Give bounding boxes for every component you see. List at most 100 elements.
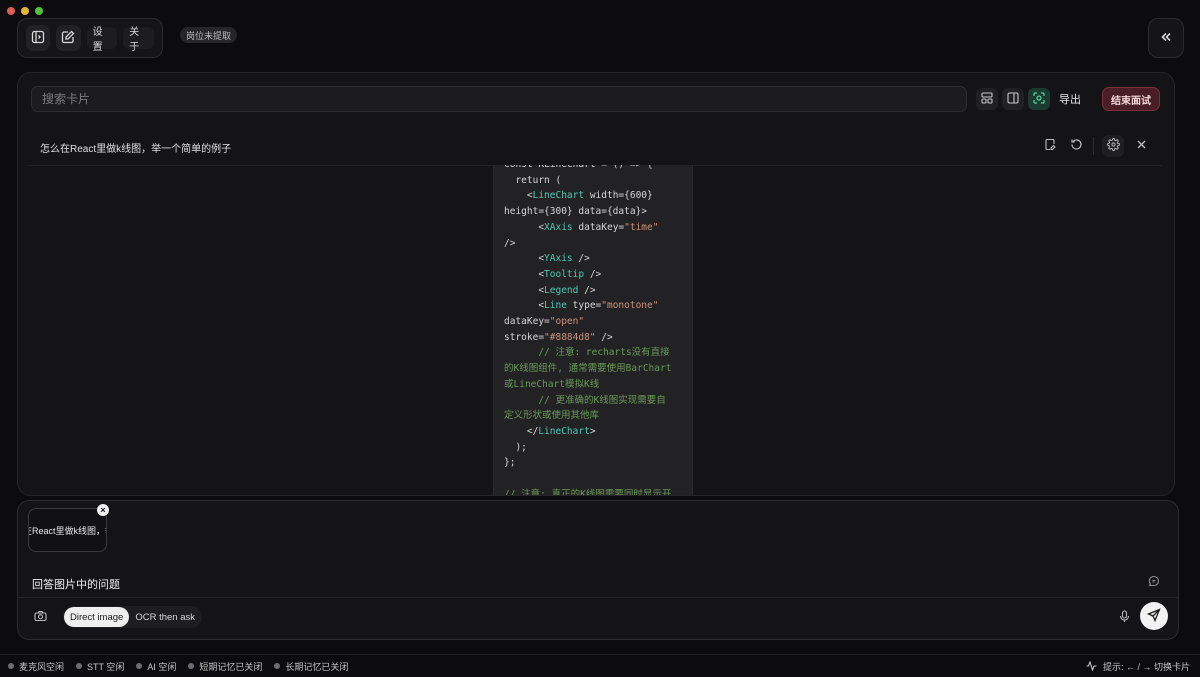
code-token: dataKey= <box>504 316 550 328</box>
code-token: }; <box>504 457 516 469</box>
code-token: ); <box>504 441 527 453</box>
toggle-sidebar-button[interactable] <box>26 25 51 51</box>
code-token: stroke= <box>504 331 545 343</box>
close-card-button[interactable] <box>1132 137 1150 155</box>
status-long-memory: 长期记忆已关闭 <box>274 660 348 673</box>
send-button[interactable] <box>1140 602 1168 630</box>
status-label: 麦克风空闲 <box>19 661 65 672</box>
status-label: 长期记忆已关闭 <box>285 661 349 672</box>
search-input[interactable] <box>31 86 967 112</box>
status-label: AI 空闲 <box>147 661 177 672</box>
mode-direct-image[interactable]: Direct image <box>64 607 130 627</box>
status-dot <box>188 663 195 669</box>
input-panel: 怎么在React里做k线图，举一个简单的例子 × 回答图片中的问题 Direct… <box>17 500 1179 640</box>
microphone-button[interactable] <box>1119 610 1130 626</box>
screenshot-capture-button[interactable] <box>1028 88 1050 110</box>
code-token: 定义形状或使用其他库 <box>504 410 600 422</box>
edit-button[interactable] <box>56 25 81 51</box>
code-token: /> <box>595 331 613 343</box>
regenerate-button[interactable] <box>1067 137 1085 155</box>
code-token: "open" <box>549 316 585 328</box>
code-token: </ <box>504 425 539 437</box>
code-line: stroke="#8884d8" /> <box>504 330 684 346</box>
sidebar-panel-icon <box>31 30 45 47</box>
close-icon <box>1136 139 1147 153</box>
minimize-window-button[interactable] <box>21 7 29 15</box>
edit-card-button[interactable] <box>1041 137 1059 155</box>
code-token: "time" <box>624 221 659 233</box>
export-button[interactable]: 导出 <box>1059 91 1081 107</box>
code-token: LineChart <box>532 190 585 202</box>
code-token: height={300} data={data}> <box>504 206 647 218</box>
code-line: // 注意: 真正的K线图需要同时显示开 <box>504 487 684 496</box>
microphone-icon <box>1119 610 1130 626</box>
gear-icon <box>1106 138 1120 154</box>
code-line: <Line type="monotone" <box>504 298 684 314</box>
code-line: const KLineChart = () => { <box>504 165 684 173</box>
code-token: return ( <box>504 174 562 186</box>
code-token: // 注意: 真正的K线图需要同时显示开 <box>504 488 672 496</box>
code-token: < <box>504 221 545 233</box>
grid-layout-button[interactable] <box>976 88 998 110</box>
mode-ocr-then-ask[interactable]: OCR then ask <box>129 607 201 627</box>
code-line: height={300} data={data}> <box>504 204 684 220</box>
cards-panel: 导出 结束面试 怎么在React里做k线图，举一个简单的例子 <box>17 72 1175 496</box>
attached-image-thumbnail[interactable]: 怎么在React里做k线图，举一个简单的例子 <box>28 508 107 552</box>
settings-button[interactable]: 设置 <box>86 27 118 53</box>
about-button[interactable]: 关于 <box>123 27 154 53</box>
status-label: 短期记忆已关闭 <box>199 661 263 672</box>
code-token: /> <box>578 284 596 296</box>
divider <box>1093 137 1094 155</box>
code-token: 或LineChart模拟K线 <box>504 378 600 390</box>
code-line: 或LineChart模拟K线 <box>504 377 684 393</box>
scan-focus-icon <box>1033 91 1045 107</box>
grid-layout-icon <box>981 91 993 107</box>
status-dot <box>76 663 83 669</box>
code-token: < <box>504 190 533 202</box>
code-line: dataKey="open" <box>504 314 684 330</box>
code-line: <LineChart width={600} <box>504 188 684 204</box>
close-window-button[interactable] <box>7 7 15 15</box>
split-layout-button[interactable] <box>1002 88 1024 110</box>
camera-button[interactable] <box>34 610 47 625</box>
code-line: <XAxis dataKey="time" <box>504 220 684 236</box>
code-content: const KLineChart = () => { return ( <Lin… <box>504 165 684 496</box>
status-short-memory: 短期记忆已关闭 <box>188 660 262 673</box>
question-text[interactable]: 回答图片中的问题 <box>32 576 120 592</box>
send-icon <box>1146 607 1161 625</box>
end-interview-button[interactable]: 结束面试 <box>1102 87 1160 111</box>
code-token: Tooltip <box>544 268 585 280</box>
chat-bubble-icon[interactable] <box>1148 575 1160 590</box>
code-token: type= <box>566 300 602 312</box>
code-token: < <box>504 268 545 280</box>
code-line: // 更准确的K线图实现需要自 <box>504 393 684 409</box>
code-line: }; <box>504 455 684 471</box>
code-token: < <box>504 300 545 312</box>
activity-icon <box>1086 659 1097 673</box>
remove-attachment-button[interactable]: × <box>97 504 109 516</box>
card-settings-button[interactable] <box>1102 135 1124 157</box>
mode-toggle: Direct image OCR then ask <box>63 606 202 628</box>
status-stt: STT 空闲 <box>76 660 124 673</box>
code-line: <Legend /> <box>504 283 684 299</box>
zoom-window-button[interactable] <box>35 7 43 15</box>
status-label: STT 空闲 <box>87 661 125 672</box>
card-title: 怎么在React里做k线图，举一个简单的例子 <box>40 144 232 155</box>
collapse-panel-button[interactable] <box>1148 18 1184 58</box>
code-token: /> <box>504 237 516 249</box>
top-toolbar: 设置 关于 <box>17 18 163 58</box>
split-panel-icon <box>1007 91 1019 107</box>
code-token: YAxis <box>544 253 573 265</box>
code-token: width={600} <box>584 190 653 202</box>
layout-switcher <box>976 88 1050 110</box>
edit-note-icon <box>1044 138 1057 154</box>
divider <box>18 597 1178 598</box>
camera-icon <box>34 610 47 625</box>
code-line: 定义形状或使用其他库 <box>504 408 684 424</box>
code-token: > <box>589 425 596 437</box>
code-token: "#8884d8" <box>544 331 596 343</box>
job-status-badge: 岗位未提取 <box>180 27 238 43</box>
keyboard-hint: 提示: ← / → 切换卡片 <box>1086 659 1190 673</box>
code-line: 的K线图组件, 通常需要使用BarChart <box>504 361 684 377</box>
